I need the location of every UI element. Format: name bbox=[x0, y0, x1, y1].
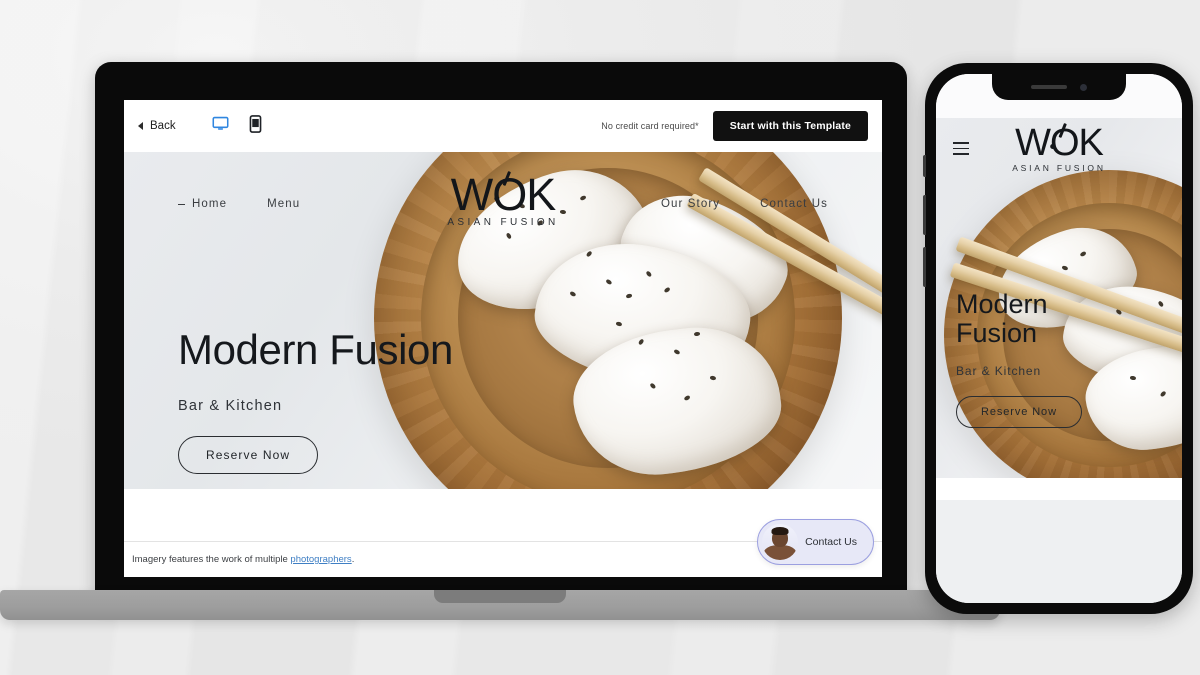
back-arrow-icon bbox=[138, 122, 143, 130]
hamburger-line bbox=[953, 147, 969, 150]
no-credit-card-note: No credit card required* bbox=[601, 121, 699, 131]
phone-silent-switch[interactable] bbox=[923, 155, 926, 177]
avatar-hair bbox=[771, 527, 789, 535]
hamburger-menu-icon[interactable] bbox=[953, 142, 969, 159]
phone-mockup: WOK ASIAN FUSION Modern Fusion Bar & Kit… bbox=[923, 63, 1193, 614]
reserve-now-button[interactable]: Reserve Now bbox=[178, 436, 319, 475]
device-toggle-group bbox=[212, 114, 262, 138]
mobile-phone-icon[interactable] bbox=[249, 114, 262, 138]
phone-volume-up-button[interactable] bbox=[923, 195, 926, 235]
editor-toolbar-right: No credit card required* Start with this… bbox=[601, 111, 868, 141]
mobile-hero-title: Modern Fusion bbox=[956, 289, 1048, 348]
site-logo[interactable]: WOK ASIAN FUSION bbox=[447, 170, 558, 228]
mobile-site-logo[interactable]: WOK ASIAN FUSION bbox=[1012, 122, 1106, 173]
laptop-screen: Back No credit card required* Start with… bbox=[124, 100, 882, 577]
person-avatar bbox=[762, 524, 799, 560]
mobile-logo-tagline: ASIAN FUSION bbox=[1012, 162, 1106, 173]
active-dash-icon bbox=[178, 203, 185, 205]
mobile-logo-text: WOK bbox=[1015, 122, 1104, 164]
desktop-monitor-icon[interactable] bbox=[212, 115, 229, 137]
imagery-credit: Imagery features the work of multiple ph… bbox=[132, 554, 354, 565]
nav-right-group: Our Story Contact Us bbox=[661, 198, 828, 210]
imagery-credit-text: Imagery features the work of multiple bbox=[132, 554, 291, 565]
mobile-hero-section: WOK ASIAN FUSION Modern Fusion Bar & Kit… bbox=[936, 118, 1182, 478]
nav-item-home-label: Home bbox=[192, 198, 228, 210]
hero-subtitle: Bar & Kitchen bbox=[178, 398, 283, 415]
hamburger-line bbox=[953, 142, 969, 144]
laptop-mockup: Back No credit card required* Start with… bbox=[0, 62, 1000, 620]
phone-camera-icon bbox=[1080, 83, 1087, 91]
hamburger-line bbox=[953, 153, 969, 155]
logo-text: WOK bbox=[450, 169, 556, 220]
nav-item-menu[interactable]: Menu bbox=[267, 198, 300, 210]
contact-us-chat-widget[interactable]: Contact Us bbox=[757, 519, 874, 565]
nav-item-home[interactable]: Home bbox=[178, 198, 227, 210]
hero-title: Modern Fusion bbox=[178, 326, 453, 373]
phone-screen: WOK ASIAN FUSION Modern Fusion Bar & Kit… bbox=[936, 74, 1182, 603]
phone-volume-down-button[interactable] bbox=[923, 247, 926, 287]
back-button-label: Back bbox=[150, 120, 176, 132]
website-preview: Home Menu Our Story Contact Us WOK ASIAN… bbox=[124, 152, 882, 577]
mobile-reserve-now-button[interactable]: Reserve Now bbox=[956, 395, 1082, 428]
editor-toolbar: Back No credit card required* Start with… bbox=[124, 100, 882, 152]
chat-widget-label: Contact Us bbox=[805, 536, 857, 548]
logo-dot-icon bbox=[1050, 144, 1055, 150]
nav-left-group: Home Menu bbox=[178, 198, 300, 210]
sesame-seed bbox=[1129, 375, 1137, 381]
mobile-hero-subtitle: Bar & Kitchen bbox=[956, 363, 1042, 378]
mobile-hero-copy: Modern Fusion Bar & Kitchen Reserve Now bbox=[956, 290, 1086, 428]
hero-section: Home Menu Our Story Contact Us WOK ASIAN… bbox=[124, 152, 882, 489]
start-with-template-button[interactable]: Start with this Template bbox=[712, 111, 868, 141]
logo-wordmark: WOK bbox=[447, 170, 558, 217]
logo-dot-icon bbox=[494, 195, 499, 201]
phone-notch bbox=[992, 74, 1126, 100]
hero-copy: Modern Fusion Bar & Kitchen Reserve Now bbox=[178, 326, 453, 475]
mobile-white-band bbox=[936, 478, 1182, 500]
phone-speaker-icon bbox=[1031, 85, 1067, 89]
nav-item-contact-us[interactable]: Contact Us bbox=[760, 198, 828, 210]
mobile-logo-wordmark: WOK bbox=[1012, 122, 1106, 162]
mobile-lower-section bbox=[936, 500, 1182, 603]
back-button[interactable]: Back bbox=[130, 116, 184, 136]
avatar-body bbox=[764, 545, 797, 560]
nav-item-our-story[interactable]: Our Story bbox=[661, 198, 720, 210]
photographers-link[interactable]: photographers bbox=[290, 554, 351, 565]
laptop-base bbox=[0, 590, 1000, 620]
imagery-credit-period: . bbox=[351, 554, 355, 565]
